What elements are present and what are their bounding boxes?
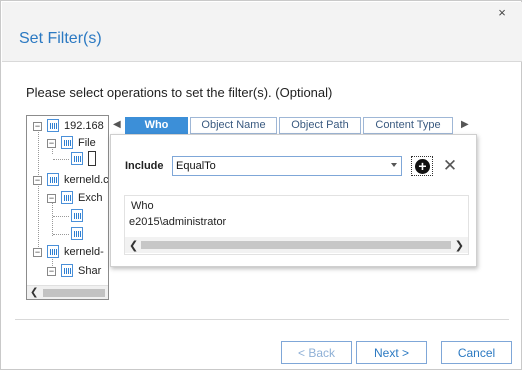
tree-item[interactable]: − kerneld.c	[27, 173, 108, 187]
source-tree[interactable]: − 192.168 − File − kerneld.c − Exch − ke…	[26, 115, 109, 300]
collapse-icon[interactable]: −	[33, 122, 42, 131]
scroll-left-icon[interactable]: ❮	[129, 239, 138, 252]
plus-circle-icon: +	[415, 159, 430, 174]
operator-value: EqualTo	[176, 160, 216, 172]
header-divider	[2, 61, 522, 62]
tree-item[interactable]	[27, 151, 108, 166]
server-icon	[47, 173, 59, 186]
tree-connector	[53, 216, 69, 217]
server-icon	[47, 245, 59, 258]
grid-cell-value[interactable]: e2015\administrator	[129, 216, 226, 228]
file-icon	[71, 152, 83, 165]
tree-item[interactable]: − Exch	[27, 191, 108, 205]
tree-item-label: Shar	[78, 265, 102, 277]
tree-connector	[53, 234, 69, 235]
tree-horizontal-scrollbar[interactable]: ❮	[27, 285, 108, 299]
tab-scroll-left-icon[interactable]: ◀	[113, 119, 121, 130]
folder-icon	[61, 191, 73, 204]
dialog-title: Set Filter(s)	[19, 30, 102, 47]
tree-item[interactable]: − Shar	[27, 264, 108, 278]
set-filter-dialog: × Set Filter(s) Please select operations…	[0, 0, 522, 370]
collapse-icon[interactable]: −	[47, 139, 56, 148]
server-icon	[47, 119, 59, 132]
footer-divider	[15, 319, 509, 320]
tree-item[interactable]: − kerneld-	[27, 245, 108, 259]
back-button[interactable]: < Back	[281, 341, 352, 364]
scrollbar-thumb[interactable]	[43, 289, 105, 297]
collapse-icon[interactable]: −	[33, 248, 42, 257]
collapse-icon[interactable]: −	[47, 267, 56, 276]
tab-scroll-right-icon[interactable]: ▶	[461, 119, 469, 130]
grid-column-header: Who	[131, 200, 154, 212]
x-delete-icon[interactable]: ✕	[442, 156, 458, 176]
tab-content-type[interactable]: Content Type	[363, 117, 453, 134]
tab-object-path[interactable]: Object Path	[279, 117, 361, 134]
next-button[interactable]: Next >	[356, 341, 427, 364]
close-icon[interactable]: ×	[495, 6, 509, 20]
tab-who[interactable]: Who	[125, 117, 188, 134]
tree-item-label: Exch	[78, 192, 103, 204]
scrollbar-thumb[interactable]	[141, 241, 451, 249]
collapse-icon[interactable]: −	[47, 194, 56, 203]
selection-marker	[88, 151, 96, 166]
tree-item-label: File	[78, 137, 96, 149]
tree-item-label: 192.168	[64, 120, 104, 132]
filter-panel: Include EqualTo + ✕ Who e2015\administra…	[110, 134, 477, 267]
tab-object-name[interactable]: Object Name	[190, 117, 277, 134]
tree-item[interactable]: − File	[27, 136, 108, 150]
cancel-button[interactable]: Cancel	[441, 341, 512, 364]
include-label: Include	[125, 160, 164, 172]
grid-horizontal-scrollbar[interactable]: ❮ ❯	[125, 237, 468, 253]
add-filter-button[interactable]: +	[411, 156, 433, 176]
tree-item-label: kerneld.c	[64, 174, 109, 186]
tree-item-label: kerneld-	[64, 246, 104, 258]
folder-icon	[61, 136, 73, 149]
filter-values-grid[interactable]: Who e2015\administrator ❮ ❯	[124, 195, 469, 255]
tree-item[interactable]	[27, 209, 108, 223]
collapse-icon[interactable]: −	[33, 176, 42, 185]
folder-icon	[61, 264, 73, 277]
file-icon	[71, 227, 83, 240]
operator-dropdown[interactable]: EqualTo	[172, 156, 402, 176]
chevron-down-icon[interactable]	[391, 163, 397, 167]
tree-connector	[53, 159, 69, 160]
tree-item[interactable]	[27, 227, 108, 241]
instruction-text: Please select operations to set the filt…	[26, 85, 333, 100]
scroll-left-icon[interactable]: ❮	[30, 287, 38, 298]
scroll-right-icon[interactable]: ❯	[455, 239, 464, 252]
file-icon	[71, 209, 83, 222]
tree-item[interactable]: − 192.168	[27, 119, 108, 133]
